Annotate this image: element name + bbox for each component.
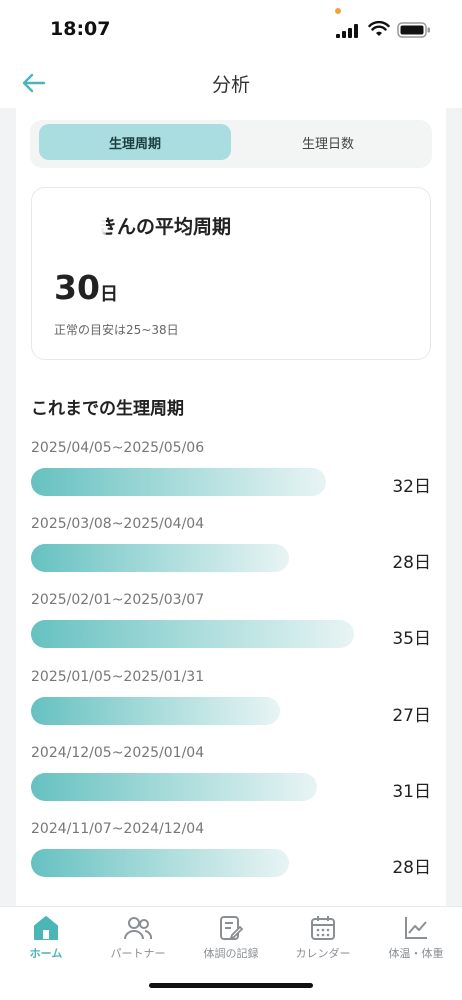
navigation-bar: 分析 xyxy=(0,58,462,108)
average-cycle-unit: 日 xyxy=(100,284,118,305)
cycle-date-range: 2025/02/01~2025/03/07 xyxy=(31,592,205,608)
cycle-date-range: 2025/04/05~2025/05/06 xyxy=(31,440,205,456)
cycle-days: 27日 xyxy=(392,706,431,726)
cycle-bar xyxy=(31,697,280,725)
cycle-date-range: 2025/01/05~2025/01/31 xyxy=(31,669,205,685)
status-bar: 18:07 xyxy=(0,0,462,58)
battery-icon xyxy=(397,22,430,38)
cycle-bar xyxy=(31,544,289,572)
cycle-days: 31日 xyxy=(392,782,431,802)
cycle-date-range: 2024/12/05~2025/01/04 xyxy=(31,745,205,761)
cycle-bar xyxy=(31,849,289,877)
page-title: 分析 xyxy=(211,74,250,96)
cycle-date-range: 2025/03/08~2025/04/04 xyxy=(31,516,205,532)
analysis-content: 生理周期 生理日数 きんの平均周期 30 日 正常の目安は25~38日 これまで… xyxy=(16,108,446,906)
tab-record-label: 体調の記録 xyxy=(203,947,259,960)
cycle-bar xyxy=(31,620,354,648)
average-cycle-value: 30 xyxy=(54,268,100,307)
cycle-bar xyxy=(31,468,326,496)
cycle-row: 2025/01/05~2025/01/31 27日 xyxy=(31,669,431,739)
segment-tabs: 生理周期 生理日数 xyxy=(30,120,432,168)
cycle-bar xyxy=(31,773,317,801)
chart-icon xyxy=(405,917,427,939)
record-icon xyxy=(220,916,244,940)
average-cycle-card: きんの平均周期 30 日 正常の目安は25~38日 xyxy=(31,187,431,360)
cycle-row: 2024/11/07~2024/12/04 28日 xyxy=(31,821,431,891)
tab-calendar[interactable]: カレンダー xyxy=(277,915,369,975)
redacted-name xyxy=(58,210,106,240)
tab-temperature-weight-label: 体温・体重 xyxy=(388,947,444,960)
tab-calendar-label: カレンダー xyxy=(295,947,351,960)
cycle-row: 2024/12/05~2025/01/04 31日 xyxy=(31,745,431,815)
cycle-days: 28日 xyxy=(392,553,431,573)
tab-partner[interactable]: パートナー xyxy=(92,915,184,975)
tab-period-days[interactable]: 生理日数 xyxy=(232,124,424,160)
tab-temperature-weight[interactable]: 体温・体重 xyxy=(370,915,462,975)
status-time: 18:07 xyxy=(50,18,111,40)
normal-range-note: 正常の目安は25~38日 xyxy=(54,323,179,337)
cycle-row: 2025/03/08~2025/04/04 28日 xyxy=(31,516,431,586)
tab-home[interactable]: ホーム xyxy=(0,915,92,975)
signal-icon xyxy=(336,24,358,38)
cycle-days: 32日 xyxy=(392,477,431,497)
average-cycle-title: きんの平均周期 xyxy=(98,216,232,238)
calendar-icon xyxy=(311,916,335,940)
cycle-row: 2025/04/05~2025/05/06 32日 xyxy=(31,440,431,510)
tab-cycle[interactable]: 生理周期 xyxy=(39,124,231,160)
tab-partner-label: パートナー xyxy=(110,947,166,960)
wifi-icon xyxy=(368,21,390,36)
partner-icon xyxy=(124,917,153,940)
tab-home-label: ホーム xyxy=(29,947,63,960)
cycle-days: 28日 xyxy=(392,858,431,878)
history-title: これまでの生理周期 xyxy=(31,399,184,419)
home-indicator xyxy=(149,983,313,988)
tab-record[interactable]: 体調の記録 xyxy=(185,915,277,975)
cycle-row: 2025/02/01~2025/03/07 35日 xyxy=(31,592,431,662)
privacy-indicator-dot xyxy=(335,8,341,14)
cycle-date-range: 2024/11/07~2024/12/04 xyxy=(31,821,205,837)
home-icon xyxy=(34,916,58,940)
cycle-days: 35日 xyxy=(392,629,431,649)
